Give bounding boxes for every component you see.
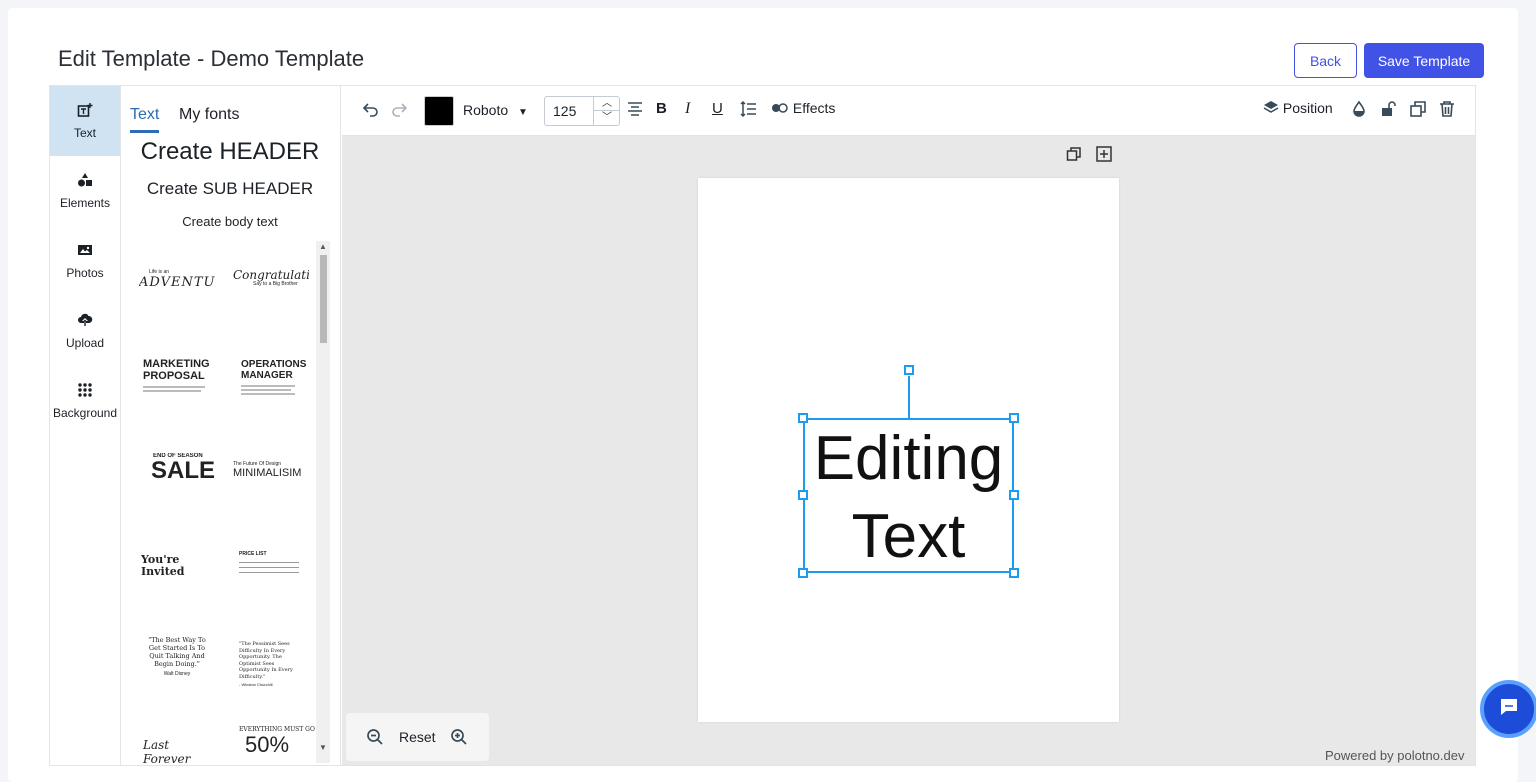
save-template-button[interactable]: Save Template	[1364, 43, 1484, 78]
trash-icon[interactable]	[1439, 100, 1455, 122]
zoom-reset-button[interactable]: Reset	[399, 729, 436, 745]
shapes-icon	[77, 172, 93, 190]
font-size-value: 125	[553, 103, 577, 119]
template-marketing-proposal[interactable]: MARKETING PROPOSAL	[143, 358, 219, 418]
side-tab-label: Text	[73, 126, 96, 140]
template-quote-disney[interactable]: "The Best Way To Get Started Is To Quit …	[143, 636, 211, 696]
side-tab-background[interactable]: Background	[50, 366, 120, 436]
chevron-up-icon[interactable]: ︿	[593, 97, 620, 111]
side-tab-elements[interactable]: Elements	[50, 156, 120, 226]
duplicate-icon[interactable]	[1409, 100, 1427, 122]
position-label: Position	[1282, 100, 1333, 116]
create-subheader-button[interactable]: Create SUB HEADER	[121, 179, 339, 199]
effects-button[interactable]: Effects	[771, 100, 835, 116]
text-color-picker[interactable]	[424, 96, 454, 126]
layers-icon	[1263, 101, 1279, 113]
caret-down-icon: ▼	[518, 107, 528, 118]
chat-widget-button[interactable]	[1480, 680, 1536, 738]
opacity-icon[interactable]	[1351, 100, 1367, 122]
template-congratulations[interactable]: Congratulations! Say to a Big Brother	[233, 269, 309, 329]
text-line-1: Editing	[813, 424, 1004, 493]
underline-icon[interactable]: U	[712, 100, 723, 117]
dots-grid-icon	[77, 382, 93, 400]
template-sale-50[interactable]: EVERYTHING MUST GO 50%	[239, 726, 315, 765]
polotno-editor: Text Elements Photos Upload Background T…	[49, 85, 1476, 766]
cloud-upload-icon	[77, 312, 93, 330]
font-family-value: Roboto	[463, 102, 509, 118]
bold-icon[interactable]: B	[656, 100, 667, 117]
side-tabs: Text Elements Photos Upload Background	[50, 86, 121, 765]
template-operations-manager[interactable]: OPERATIONS MANAGER	[241, 359, 317, 419]
zoom-in-icon[interactable]	[450, 728, 468, 751]
template-invited[interactable]: You're Invited	[141, 554, 217, 614]
panel-tab-my-fonts[interactable]: My fonts	[179, 106, 239, 124]
text-toolbar: Roboto ▼ 125 ︿ ﹀ B I U Effects Position	[342, 86, 1475, 136]
chat-bubble-icon	[1498, 696, 1520, 723]
templates-scrollbar[interactable]: ▲ ▼	[316, 241, 330, 763]
side-tab-photos[interactable]: Photos	[50, 226, 120, 296]
redo-icon[interactable]	[390, 100, 408, 122]
side-tab-label: Elements	[59, 196, 111, 210]
side-tab-text[interactable]: Text	[50, 86, 120, 156]
scroll-up-icon[interactable]: ▲	[319, 242, 327, 251]
side-tab-upload[interactable]: Upload	[50, 296, 120, 366]
panel-tab-text[interactable]: Text	[130, 106, 159, 124]
panel-tab-indicator	[130, 130, 159, 133]
rotate-handle[interactable]	[904, 365, 914, 375]
text-add-icon	[77, 102, 93, 120]
italic-icon[interactable]: I	[685, 100, 690, 118]
resize-handle-middle-left[interactable]	[798, 490, 808, 500]
page-title: Edit Template - Demo Template	[58, 46, 365, 71]
text-templates-list: Life is an ADVENTURE Congratulations! Sa…	[121, 241, 339, 765]
effects-icon	[772, 103, 788, 113]
back-button[interactable]: Back	[1294, 43, 1357, 78]
template-adventure[interactable]: Life is an ADVENTURE	[139, 269, 215, 329]
template-price-list[interactable]: PRICE LIST	[239, 551, 315, 611]
resize-handle-middle-right[interactable]	[1009, 490, 1019, 500]
canvas-workspace[interactable]: Editing Text Reset Powered by polotno.de…	[342, 136, 1475, 765]
create-body-button[interactable]: Create body text	[121, 214, 339, 229]
resize-handle-bottom-right[interactable]	[1009, 568, 1019, 578]
text-panel: Text My fonts Create HEADER Create SUB H…	[121, 86, 341, 765]
resize-handle-top-right[interactable]	[1009, 413, 1019, 423]
chevron-down-icon[interactable]: ﹀	[593, 111, 620, 125]
font-family-select[interactable]: Roboto ▼	[463, 102, 528, 118]
template-last-forever[interactable]: Last Forever	[143, 738, 219, 765]
template-sale[interactable]: END OF SEASON SALE	[151, 453, 227, 513]
image-icon	[77, 242, 93, 260]
selected-text-element[interactable]: Editing Text	[803, 418, 1014, 573]
side-tab-label: Background	[52, 406, 118, 420]
resize-handle-top-left[interactable]	[798, 413, 808, 423]
side-tab-label: Photos	[66, 266, 104, 280]
resize-handle-bottom-left[interactable]	[798, 568, 808, 578]
position-button[interactable]: Position	[1263, 100, 1333, 116]
add-page-icon[interactable]	[1096, 146, 1112, 167]
undo-icon[interactable]	[362, 100, 380, 122]
side-tab-label: Upload	[65, 336, 105, 350]
rotation-line	[908, 376, 910, 418]
zoom-out-icon[interactable]	[366, 728, 384, 751]
align-center-icon[interactable]	[626, 100, 644, 122]
powered-by-credit: Powered by polotno.dev	[1325, 748, 1465, 763]
duplicate-page-icon[interactable]	[1066, 146, 1082, 167]
font-size-input[interactable]: 125 ︿ ﹀	[544, 96, 620, 126]
line-height-icon[interactable]	[739, 100, 757, 122]
zoom-controls: Reset	[346, 713, 489, 761]
template-quote-churchill[interactable]: "The Pessimist Sees Difficulty In Every …	[239, 641, 305, 701]
scroll-down-icon[interactable]: ▼	[319, 743, 327, 752]
editing-text-element[interactable]: Editing Text	[805, 420, 1012, 576]
unlock-icon[interactable]	[1380, 100, 1396, 122]
effects-label: Effects	[792, 100, 836, 116]
template-minimalism[interactable]: The Future Of Design MINIMALISIM	[233, 461, 309, 521]
scroll-thumb[interactable]	[320, 255, 327, 343]
text-line-2: Text	[851, 502, 966, 571]
create-header-button[interactable]: Create HEADER	[121, 138, 339, 166]
